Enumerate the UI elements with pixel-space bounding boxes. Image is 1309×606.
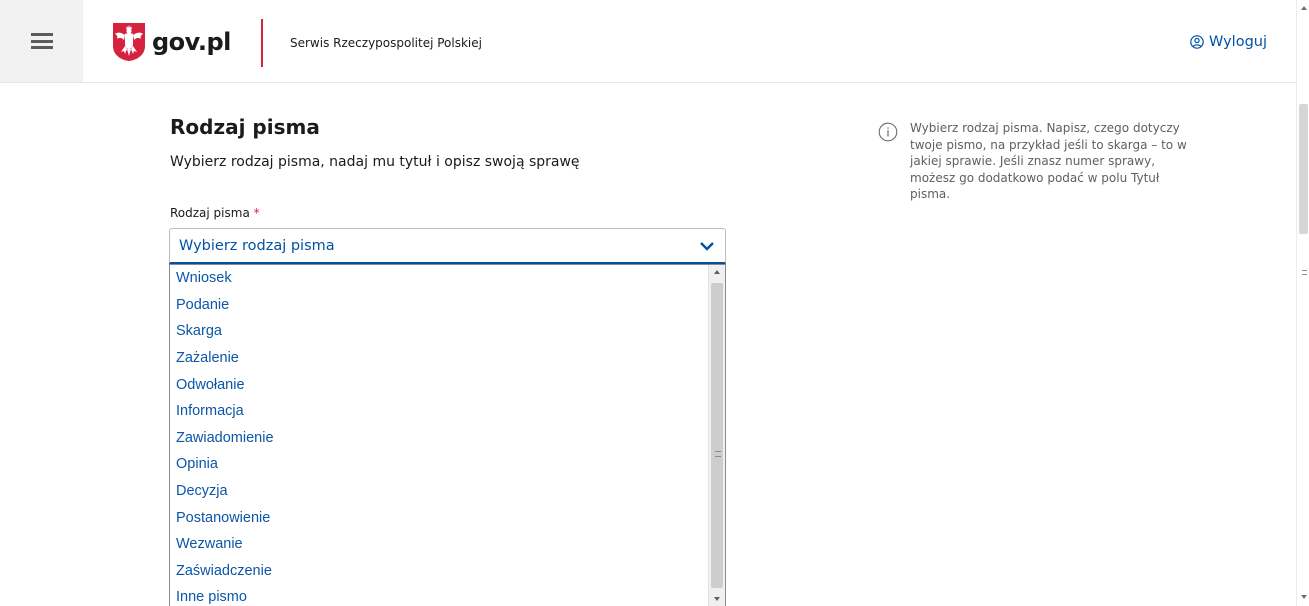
scroll-down-arrow-icon[interactable] (714, 597, 720, 601)
page-scroll-down-icon[interactable] (1301, 595, 1307, 599)
scroll-up-arrow-icon[interactable] (714, 270, 720, 274)
site-header: gov.pl Serwis Rzeczypospolitej Polskiej … (0, 0, 1296, 83)
option-podanie[interactable]: Podanie (176, 297, 229, 313)
gov-pl-logo[interactable]: gov.pl (112, 22, 231, 62)
service-name: Serwis Rzeczypospolitej Polskiej (290, 36, 482, 50)
required-mark: * (253, 206, 260, 220)
page-scroll-grip-icon (1302, 270, 1307, 275)
polish-eagle-emblem (113, 23, 145, 61)
page-title: Rodzaj pisma (170, 115, 320, 139)
option-inne-pismo[interactable]: Inne pismo (176, 589, 247, 605)
option-zaswiadczenie[interactable]: Zaświadczenie (176, 563, 272, 579)
logout-link[interactable]: Wyloguj (1190, 34, 1267, 50)
select-value: Wybierz rodzaj pisma (179, 238, 335, 254)
option-wniosek[interactable]: Wniosek (176, 270, 232, 286)
option-opinia[interactable]: Opinia (176, 456, 218, 472)
option-zawiadomienie[interactable]: Zawiadomienie (176, 430, 274, 446)
info-icon (878, 122, 898, 142)
scroll-grip-icon (715, 451, 721, 457)
header-divider (261, 19, 263, 67)
option-wezwanie[interactable]: Wezwanie (176, 536, 243, 552)
option-zazalenie[interactable]: Zażalenie (176, 350, 239, 366)
menu-button[interactable] (0, 0, 83, 82)
document-type-label: Rodzaj pisma * (170, 206, 260, 220)
user-circle-icon (1190, 35, 1204, 49)
document-type-label-text: Rodzaj pisma (170, 206, 250, 220)
option-decyzja[interactable]: Decyzja (176, 483, 228, 499)
page-scroll-thumb[interactable] (1299, 104, 1308, 275)
logo-text: gov.pl (152, 28, 231, 56)
option-odwolanie[interactable]: Odwołanie (176, 377, 245, 393)
option-skarga[interactable]: Skarga (176, 323, 222, 339)
page-scroll-up-icon[interactable] (1301, 6, 1307, 10)
options-scrollbar[interactable] (708, 265, 725, 606)
options-scroll-thumb[interactable] (711, 283, 723, 588)
logout-label: Wyloguj (1209, 34, 1267, 50)
document-type-select[interactable]: Wybierz rodzaj pisma (169, 228, 726, 264)
page-scrollbar[interactable] (1296, 0, 1309, 606)
document-type-options[interactable]: Wniosek Podanie Skarga Zażalenie Odwołan… (169, 264, 726, 606)
page-subtitle: Wybierz rodzaj pisma, nadaj mu tytuł i o… (170, 154, 580, 170)
help-text: Wybierz rodzaj pisma. Napisz, czego doty… (910, 121, 1187, 201)
option-informacja[interactable]: Informacja (176, 403, 244, 419)
hamburger-icon (30, 33, 53, 49)
option-postanowienie[interactable]: Postanowienie (176, 510, 270, 526)
chevron-down-icon (700, 242, 714, 251)
